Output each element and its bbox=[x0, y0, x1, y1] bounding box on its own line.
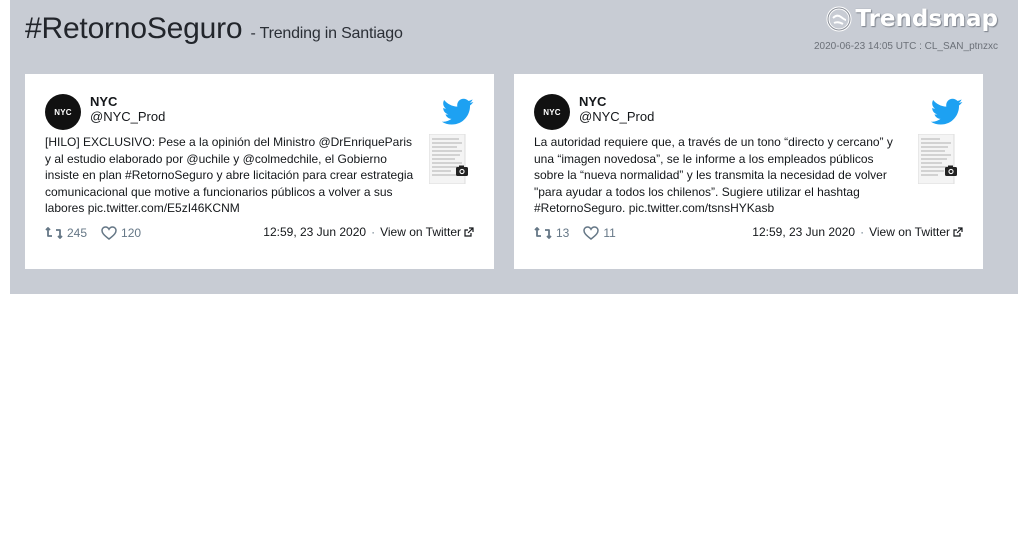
hashtag-title[interactable]: #RetornoSeguro bbox=[25, 12, 243, 45]
author-handle[interactable]: @NYC_Prod bbox=[90, 109, 165, 124]
like-count: 120 bbox=[121, 226, 142, 240]
retweet-icon bbox=[534, 227, 552, 239]
like-action[interactable]: 120 bbox=[101, 226, 141, 240]
heart-icon bbox=[583, 226, 600, 240]
author-name[interactable]: NYC bbox=[90, 94, 117, 109]
trend-location-subtitle: - Trending in Santiago bbox=[250, 25, 403, 42]
avatar[interactable]: NYC bbox=[45, 94, 81, 130]
tweet-image-thumbnail[interactable] bbox=[429, 134, 469, 184]
tweet-text: [HILO] EXCLUSIVO: Pese a la opinión del … bbox=[45, 135, 414, 215]
tweet-meta: 12:59, 23 Jun 2020 · View on Twitter bbox=[752, 225, 963, 239]
retweet-action[interactable]: 245 bbox=[45, 226, 87, 240]
tweet-card: NYC NYC @NYC_Prod [HILO] EXCLUSIVO: Pese… bbox=[25, 74, 494, 269]
camera-icon bbox=[456, 165, 468, 176]
view-on-twitter-label: View on Twitter bbox=[380, 225, 461, 239]
brand-name: Trendsmap bbox=[855, 6, 998, 32]
trendsmap-logo[interactable]: Trendsmap bbox=[826, 6, 998, 32]
tweet-actions: 13 11 bbox=[534, 226, 616, 240]
tweet-text: La autoridad requiere que, a través de u… bbox=[534, 135, 893, 215]
view-on-twitter-link[interactable]: View on Twitter bbox=[380, 225, 474, 239]
retweet-count: 245 bbox=[67, 226, 88, 240]
separator-dot: · bbox=[860, 225, 865, 239]
retweet-count: 13 bbox=[556, 226, 570, 240]
author-handle[interactable]: @NYC_Prod bbox=[579, 109, 654, 124]
avatar[interactable]: NYC bbox=[534, 94, 570, 130]
external-link-icon bbox=[953, 227, 963, 237]
view-on-twitter-label: View on Twitter bbox=[869, 225, 950, 239]
tweet-timestamp[interactable]: 12:59, 23 Jun 2020 bbox=[752, 225, 855, 239]
avatar-text: NYC bbox=[543, 107, 561, 117]
retweet-icon bbox=[45, 227, 63, 239]
trendsmap-logo-icon bbox=[826, 6, 852, 32]
twitter-bird-icon[interactable] bbox=[442, 98, 474, 126]
separator-dot: · bbox=[371, 225, 376, 239]
tweet-meta: 12:59, 23 Jun 2020 · View on Twitter bbox=[263, 225, 474, 239]
camera-icon bbox=[945, 165, 957, 176]
tweet-card: NYC NYC @NYC_Prod La autoridad requiere … bbox=[514, 74, 983, 269]
trend-meta: 2020-06-23 14:05 UTC : CL_SAN_ptnzxc bbox=[814, 41, 998, 52]
twitter-bird-icon[interactable] bbox=[931, 98, 963, 126]
tweet-timestamp[interactable]: 12:59, 23 Jun 2020 bbox=[263, 225, 366, 239]
retweet-action[interactable]: 13 bbox=[534, 226, 569, 240]
avatar-text: NYC bbox=[54, 107, 72, 117]
like-count: 11 bbox=[603, 226, 616, 240]
external-link-icon bbox=[464, 227, 474, 237]
view-on-twitter-link[interactable]: View on Twitter bbox=[869, 225, 963, 239]
page-title: #RetornoSeguro - Trending in Santiago bbox=[25, 12, 403, 46]
author-name[interactable]: NYC bbox=[579, 94, 606, 109]
like-action[interactable]: 11 bbox=[583, 226, 616, 240]
heart-icon bbox=[101, 226, 117, 240]
tweet-image-thumbnail[interactable] bbox=[918, 134, 958, 184]
tweet-actions: 245 120 bbox=[45, 226, 141, 240]
